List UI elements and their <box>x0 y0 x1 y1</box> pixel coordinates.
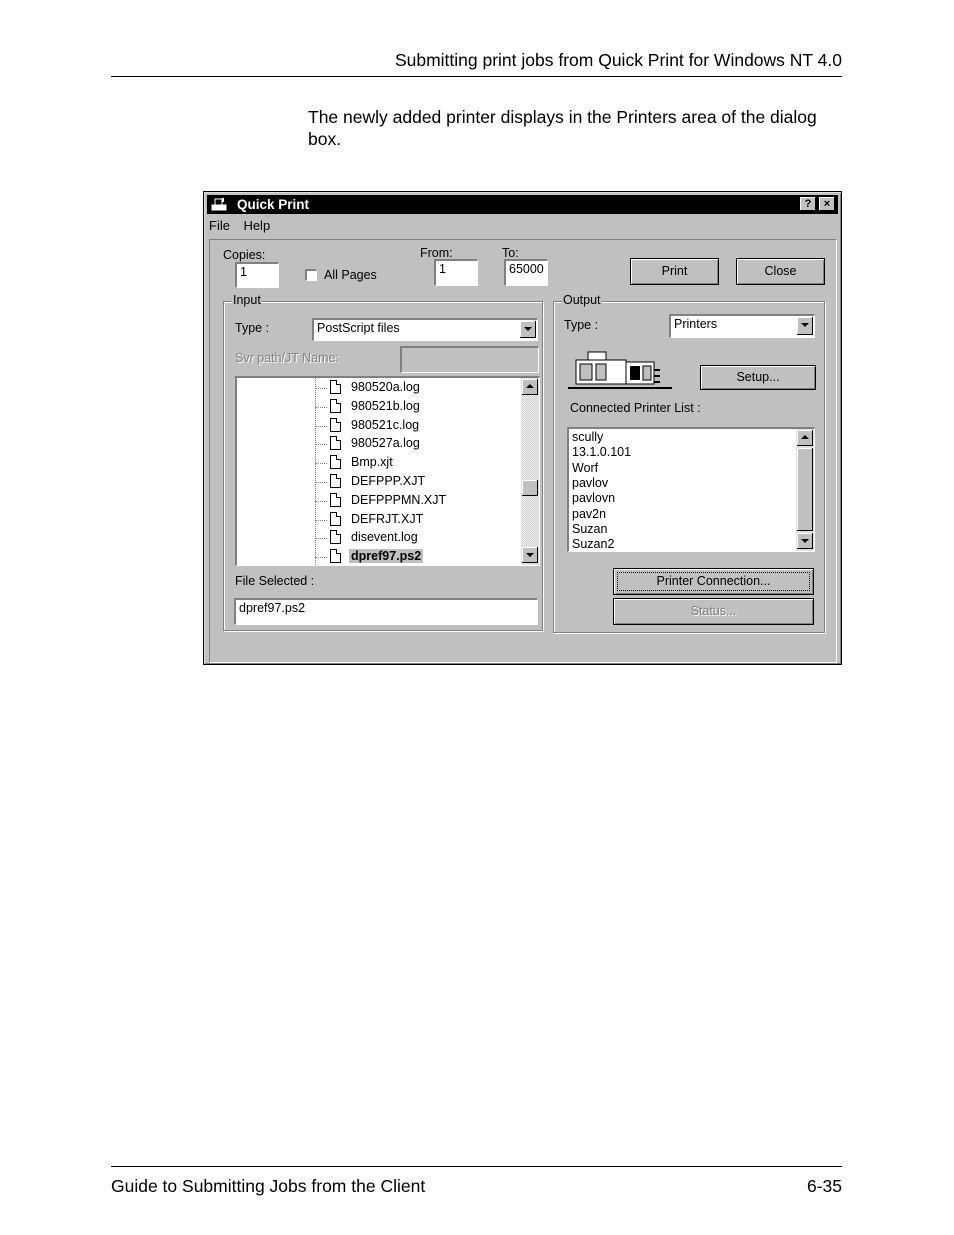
tree-connector <box>315 444 327 446</box>
chevron-down-icon[interactable] <box>797 317 813 335</box>
tree-connector <box>315 388 327 389</box>
output-group: Output Type : Printers Setup... Connecte… <box>553 293 825 633</box>
document-icon <box>330 380 341 394</box>
tree-connector <box>315 557 327 559</box>
page-number: 6-35 <box>806 1176 842 1196</box>
scroll-down-icon[interactable] <box>797 533 813 549</box>
header-rule <box>111 76 842 77</box>
document-icon <box>330 436 341 451</box>
document-icon <box>330 474 341 488</box>
tree-connector <box>315 425 327 427</box>
printer-list-item[interactable]: Suzan2 <box>572 537 614 551</box>
printer-connection-button[interactable]: Printer Connection... <box>613 568 814 595</box>
to-input[interactable]: 65000 <box>504 259 548 286</box>
document-icon <box>330 530 341 545</box>
printer-list-item[interactable]: scully <box>572 430 603 444</box>
close-button[interactable]: Close <box>736 258 825 285</box>
dialog-client: Copies: 1 All Pages From: 1 To: 65000 Pr… <box>209 239 837 663</box>
document-icon <box>330 511 341 526</box>
help-button[interactable]: ? <box>800 197 816 211</box>
title-bar[interactable]: Quick Print ? × <box>207 195 838 214</box>
tree-connector <box>315 406 327 408</box>
input-type-label: Type : <box>235 321 270 335</box>
document-icon <box>330 492 341 507</box>
file-name: Bmp.xjt <box>351 455 393 470</box>
to-label: To: <box>502 246 519 260</box>
file-name: DEFPPPMN.XJT <box>351 492 447 507</box>
status-button-label: Status... <box>690 604 737 618</box>
menu-file[interactable]: File <box>209 218 230 233</box>
scroll-thumb[interactable] <box>522 480 538 496</box>
printer-list-scrollbar[interactable] <box>796 429 814 551</box>
file-name: 980520a.log <box>351 380 420 394</box>
copies-label: Copies: <box>223 248 266 262</box>
all-pages-label: All Pages <box>324 268 377 282</box>
file-list-scrollbar[interactable] <box>521 378 539 565</box>
intro-paragraph: The newly added printer displays in the … <box>308 107 817 149</box>
setup-button[interactable]: Setup... <box>700 365 816 390</box>
tree-connector <box>315 463 327 465</box>
tree-connector <box>315 538 327 540</box>
tree-connector <box>315 500 327 502</box>
menu-bar: File Help <box>209 218 280 236</box>
footer-rule <box>111 1166 842 1167</box>
printer-list-item[interactable]: pav2n <box>572 507 606 521</box>
printer-list-item[interactable]: 13.1.0.101 <box>572 445 631 459</box>
close-icon[interactable]: × <box>819 197 835 211</box>
print-button-label: Print <box>661 264 688 278</box>
copies-input[interactable]: 1 <box>235 262 279 288</box>
file-name: dpref97.ps2 <box>349 549 424 564</box>
input-type-value: PostScript files <box>317 321 400 335</box>
focus-rect <box>617 572 810 591</box>
file-name: 980521b.log <box>351 398 420 413</box>
scroll-up-icon[interactable] <box>797 430 813 446</box>
chevron-down-icon[interactable] <box>520 321 536 338</box>
file-name: 980527a.log <box>351 436 420 451</box>
printer-listbox[interactable]: scully 13.1.0.101 Worf pavlov pavlovn pav2n Su… <box>567 427 815 552</box>
input-group-label: Input <box>232 293 262 307</box>
tree-connector <box>315 482 327 483</box>
tree-connector <box>315 519 327 521</box>
document-icon <box>330 549 341 564</box>
printer-list-item[interactable]: pavlovn <box>572 491 615 505</box>
document-icon <box>330 417 341 432</box>
document-icon <box>330 455 341 470</box>
file-name: disevent.log <box>351 530 418 545</box>
all-pages-checkbox[interactable] <box>305 269 317 281</box>
svr-path-input[interactable] <box>400 346 539 373</box>
scroll-up-icon[interactable] <box>522 379 538 395</box>
page-header: Submitting print jobs from Quick Print f… <box>394 50 842 70</box>
menu-help[interactable]: Help <box>243 218 270 233</box>
status-button[interactable]: Status... <box>613 598 814 625</box>
svr-path-label: Svr path/JT Name: <box>235 351 339 365</box>
file-name: DEFPPP.XJT <box>351 474 426 488</box>
file-name: DEFRJT.XJT <box>351 511 424 526</box>
file-listbox[interactable]: 980520a.log 980521b.log 980521c.log 980527a… <box>235 376 540 566</box>
scroll-down-icon[interactable] <box>522 547 538 563</box>
output-type-combo[interactable]: Printers <box>669 314 815 338</box>
file-selected-label: File Selected : <box>235 574 315 588</box>
print-button[interactable]: Print <box>630 258 719 285</box>
dialog-title: Quick Print <box>237 197 310 212</box>
printer-list-label: Connected Printer List : <box>570 401 701 415</box>
from-label: From: <box>420 246 453 260</box>
printer-list-item[interactable]: pavlov <box>572 476 608 490</box>
close-button-label: Close <box>764 264 797 278</box>
input-type-combo[interactable]: PostScript files <box>312 318 538 341</box>
input-group: Input Type : PostScript files Svr path/J… <box>223 293 543 631</box>
file-name: 980521c.log <box>351 417 420 432</box>
setup-button-label: Setup... <box>736 370 780 384</box>
printer-list-item[interactable]: Suzan <box>572 522 607 536</box>
output-type-value: Printers <box>674 317 718 331</box>
output-group-label: Output <box>562 293 602 307</box>
output-type-label: Type : <box>564 318 599 332</box>
printer-app-icon <box>211 198 227 211</box>
scroll-thumb[interactable] <box>797 448 813 531</box>
quick-print-dialog: Quick Print ? × File Help Copies: 1 All … <box>203 191 842 665</box>
production-printer-icon <box>568 351 672 389</box>
document-icon <box>330 398 341 413</box>
printer-list-item[interactable]: Worf <box>572 461 598 475</box>
from-input[interactable]: 1 <box>434 259 478 286</box>
file-selected-input[interactable]: dpref97.ps2 <box>234 598 538 625</box>
